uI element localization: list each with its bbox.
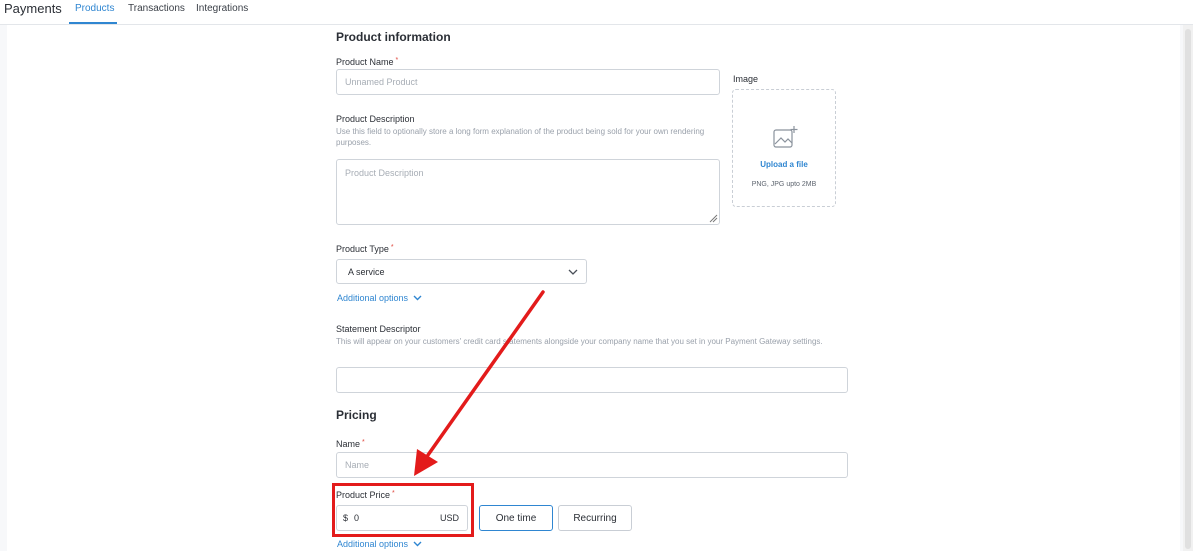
product-description-textarea[interactable]: Product Description xyxy=(336,159,720,225)
product-type-select[interactable]: A service xyxy=(336,259,587,284)
tab-products[interactable]: Products xyxy=(75,3,114,14)
required-marker: * xyxy=(362,439,365,446)
product-description-placeholder: Product Description xyxy=(345,168,424,178)
product-description-helper: Use this field to optionally store a lon… xyxy=(336,127,705,147)
price-name-label: Name * xyxy=(336,439,365,449)
price-name-label-text: Name xyxy=(336,439,361,449)
image-label: Image xyxy=(733,74,759,84)
statement-descriptor-input[interactable] xyxy=(336,367,848,393)
required-marker: * xyxy=(392,490,395,497)
chevron-down-icon xyxy=(413,541,422,547)
image-add-icon xyxy=(773,126,798,148)
recurring-button[interactable]: Recurring xyxy=(558,505,632,531)
pricing-additional-options-link[interactable]: Additional options xyxy=(337,539,422,549)
app-title: Payments xyxy=(4,1,62,16)
chevron-down-icon xyxy=(413,295,422,301)
product-info-title: Product information xyxy=(336,30,451,44)
vertical-scrollbar[interactable] xyxy=(1183,25,1193,551)
pricing-title: Pricing xyxy=(336,408,377,422)
additional-options-link[interactable]: Additional options xyxy=(337,293,422,303)
price-name-input[interactable]: Name xyxy=(336,452,848,478)
product-price-label: Product Price * xyxy=(336,490,395,500)
price-value: 0 xyxy=(354,513,360,523)
product-name-input[interactable]: Unnamed Product xyxy=(336,69,720,95)
tab-integrations[interactable]: Integrations xyxy=(196,3,248,14)
product-description-label: Product Description xyxy=(336,114,415,124)
statement-descriptor-helper: This will appear on your customers' cred… xyxy=(336,337,823,346)
image-dropzone[interactable]: Upload a file PNG, JPG upto 2MB xyxy=(732,89,836,207)
active-tab-indicator xyxy=(69,22,117,24)
product-name-label: Product Name * xyxy=(336,57,398,67)
required-marker: * xyxy=(390,244,394,251)
product-price-label-text: Product Price xyxy=(336,490,391,500)
product-type-label-text: Product Type xyxy=(336,244,389,254)
product-type-label: Product Type * xyxy=(336,244,394,254)
upload-hint: PNG, JPG upto 2MB xyxy=(751,181,817,188)
product-name-placeholder: Unnamed Product xyxy=(345,77,418,87)
currency-code: USD xyxy=(440,513,460,523)
pricing-additional-options-label: Additional options xyxy=(337,539,409,549)
product-type-value: A service xyxy=(348,266,385,277)
upload-file-link[interactable]: Upload a file xyxy=(733,160,835,169)
tab-transactions[interactable]: Transactions xyxy=(128,3,185,14)
statement-descriptor-label: Statement Descriptor xyxy=(336,324,421,334)
top-nav: Payments Products Transactions Integrati… xyxy=(0,0,1193,25)
additional-options-label: Additional options xyxy=(337,293,409,303)
required-marker: * xyxy=(395,57,399,64)
resize-handle-icon[interactable] xyxy=(709,214,718,223)
scrollbar-thumb[interactable] xyxy=(1185,29,1191,549)
one-time-button[interactable]: One time xyxy=(479,505,553,531)
currency-symbol: $ xyxy=(343,513,349,523)
price-name-placeholder: Name xyxy=(345,460,370,470)
product-price-input[interactable]: $ 0 USD xyxy=(336,505,468,531)
product-name-label-text: Product Name xyxy=(336,57,394,67)
chevron-down-icon xyxy=(568,269,578,275)
